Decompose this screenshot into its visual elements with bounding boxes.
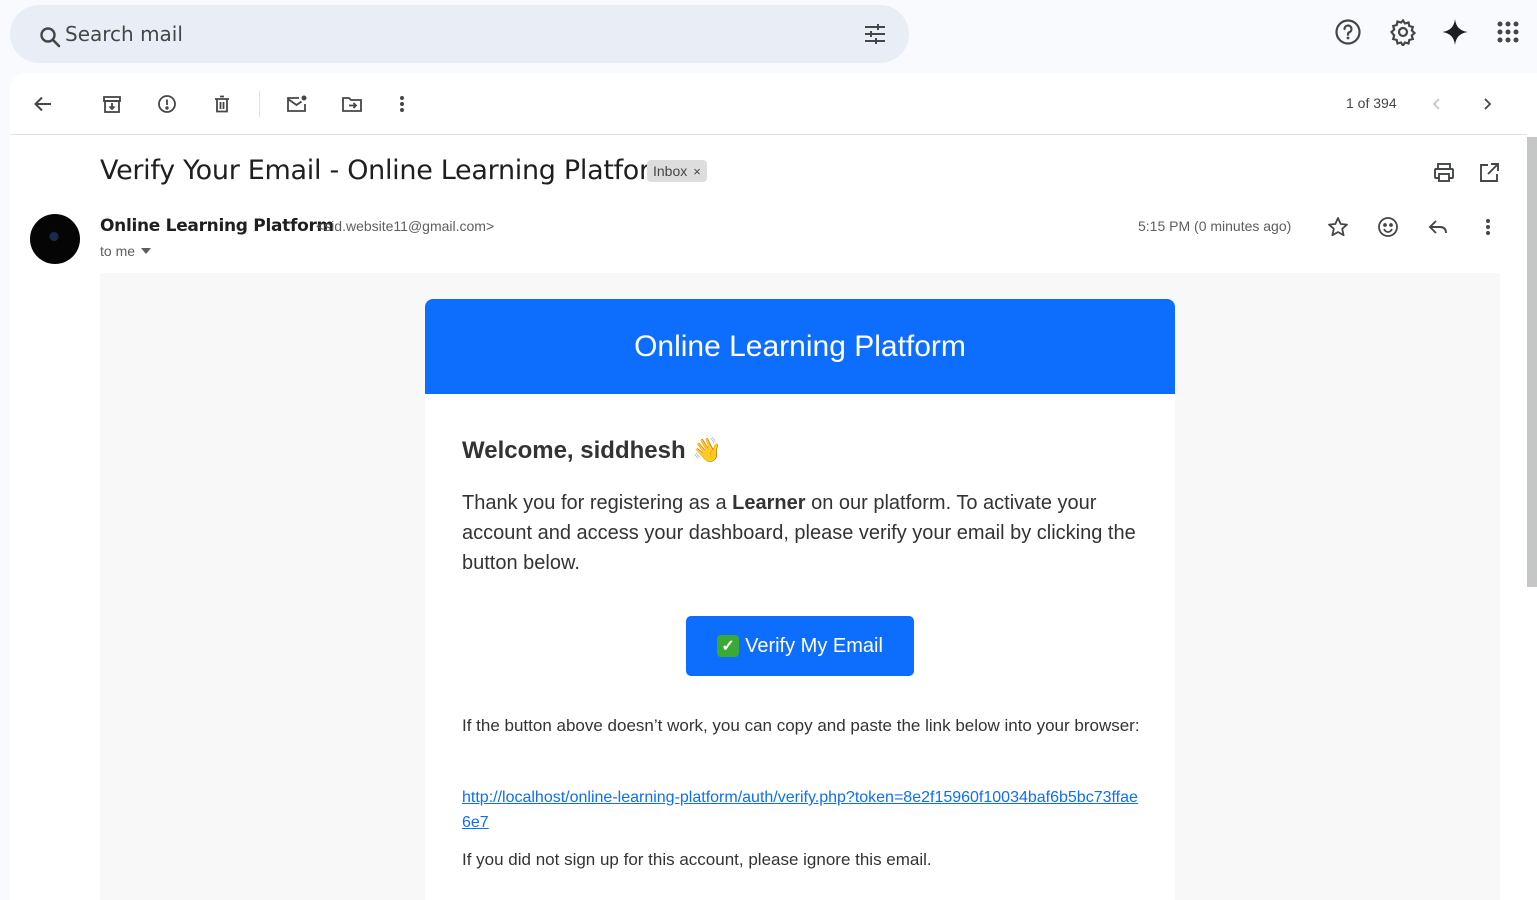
chevron-right-icon[interactable] — [1475, 92, 1499, 116]
check-icon: ✓ — [717, 635, 740, 657]
sparkle-icon[interactable] — [1441, 18, 1469, 46]
message-toolbar: 1 of 394 — [10, 73, 1527, 135]
label-text: Inbox — [653, 163, 688, 179]
print-icon[interactable] — [1432, 161, 1456, 185]
sender-avatar[interactable] — [30, 214, 80, 264]
star-icon[interactable] — [1326, 215, 1350, 239]
mark-unread-icon[interactable] — [285, 92, 309, 116]
role-text: Learner — [732, 492, 806, 514]
email-banner: Online Learning Platform — [425, 299, 1175, 394]
move-to-icon[interactable] — [340, 92, 364, 116]
verify-email-button[interactable]: ✓ Verify My Email — [686, 616, 914, 676]
email-card: Online Learning Platform Welcome, siddhe… — [425, 299, 1175, 900]
gear-icon[interactable] — [1389, 18, 1417, 46]
email-subject: Verify Your Email - Online Learning Plat… — [100, 155, 676, 186]
intro-paragraph: Thank you for registering as a Learner o… — [462, 492, 1136, 574]
more-vert-icon[interactable] — [1476, 215, 1500, 239]
recipient-text: to me — [100, 243, 136, 259]
apps-icon[interactable] — [1494, 18, 1522, 46]
email-body: Online Learning Platform Welcome, siddhe… — [100, 273, 1500, 900]
welcome-heading: Welcome, siddhesh 👋 — [462, 437, 723, 464]
search-icon[interactable] — [38, 25, 62, 54]
verify-button-label: Verify My Email — [745, 634, 883, 657]
pager-count: 1 of 394 — [1346, 95, 1397, 111]
remove-label-icon[interactable]: × — [693, 164, 701, 179]
archive-icon[interactable] — [100, 92, 124, 116]
chevron-left-icon[interactable] — [1425, 92, 1449, 116]
toolbar-divider — [259, 91, 260, 117]
ignore-text: If you did not sign up for this account,… — [462, 850, 932, 869]
message-panel: 1 of 394 Verify Your Email - Online Lear… — [10, 73, 1537, 900]
tune-icon[interactable] — [863, 22, 887, 51]
recipient-details[interactable]: to me — [100, 243, 152, 259]
scrollbar-thumb[interactable] — [1527, 137, 1537, 587]
search-input[interactable]: Search mail — [65, 22, 183, 46]
search-bar[interactable]: Search mail — [10, 5, 909, 63]
email-timestamp: 5:15 PM (0 minutes ago) — [1138, 218, 1292, 234]
more-vert-icon[interactable] — [390, 92, 414, 116]
caret-down-icon[interactable] — [141, 248, 152, 254]
report-spam-icon[interactable] — [155, 92, 179, 116]
delete-icon[interactable] — [210, 92, 234, 116]
verify-link[interactable]: http://localhost/online-learning-platfor… — [462, 785, 1142, 835]
back-arrow-icon[interactable] — [31, 92, 55, 116]
help-icon[interactable] — [1334, 18, 1362, 46]
fallback-text: If the button above doesn’t work, you ca… — [462, 716, 1140, 735]
inbox-label-chip[interactable]: Inbox × — [647, 160, 707, 182]
sender-email: <sid.website11@gmail.com> — [316, 218, 495, 234]
emoji-icon[interactable] — [1376, 215, 1400, 239]
sender-name[interactable]: Online Learning Platform — [100, 216, 334, 236]
reply-icon[interactable] — [1426, 215, 1450, 239]
open-new-window-icon[interactable] — [1477, 161, 1501, 185]
